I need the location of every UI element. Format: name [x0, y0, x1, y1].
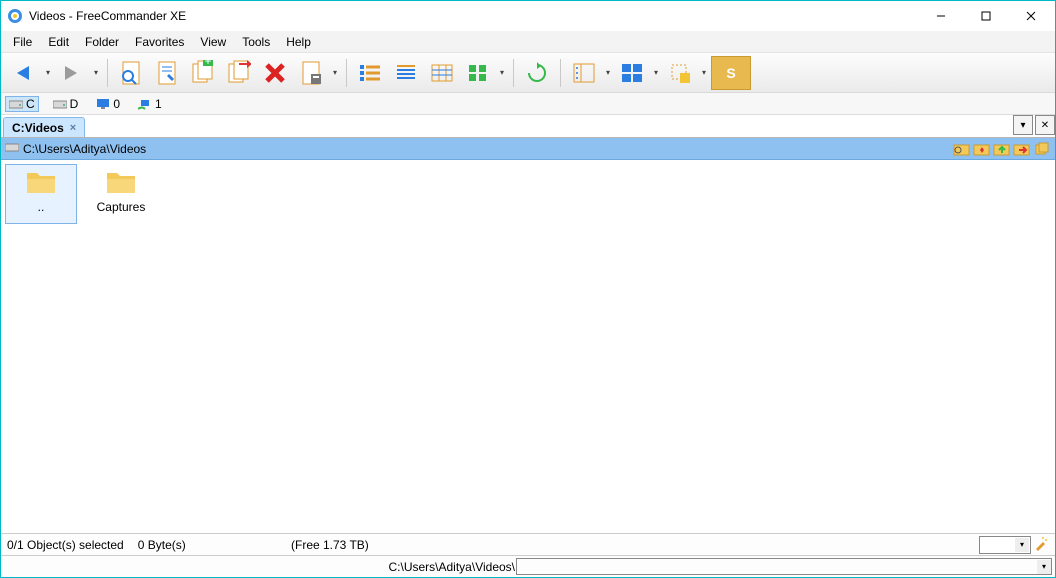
drive-bar: C D 0 1 — [1, 93, 1055, 115]
pack-dropdown[interactable]: ▾ — [330, 68, 340, 77]
monitor-icon — [96, 98, 110, 110]
edit-doc-button[interactable] — [150, 56, 184, 90]
toolbar-separator — [513, 59, 514, 87]
folder-fwd-icon[interactable] — [1013, 140, 1031, 158]
command-path: C:\Users\Aditya\Videos\ — [389, 560, 516, 574]
filter-combo[interactable]: ▾ — [979, 536, 1031, 554]
selection-status: 0/1 Object(s) selected — [7, 538, 124, 552]
tile-view-button[interactable] — [615, 56, 649, 90]
tab-active[interactable]: C:Videos × — [3, 117, 85, 137]
hdd-icon — [5, 141, 19, 156]
pack-button[interactable] — [294, 56, 328, 90]
size-status: 0 Byte(s) — [138, 538, 186, 552]
menu-favorites[interactable]: Favorites — [127, 32, 192, 52]
app-window: Videos - FreeCommander XE File Edit Fold… — [0, 0, 1056, 578]
menu-view[interactable]: View — [192, 32, 234, 52]
hdd-icon — [9, 98, 23, 110]
file-name: .. — [38, 200, 45, 214]
history-icon[interactable] — [953, 140, 971, 158]
menubar: File Edit Folder Favorites View Tools He… — [1, 31, 1055, 53]
menu-tools[interactable]: Tools — [234, 32, 278, 52]
tree-dropdown[interactable]: ▾ — [603, 68, 613, 77]
file-list[interactable]: .. Captures — [1, 160, 1055, 533]
svg-text:+: + — [204, 60, 211, 68]
folder-up-icon[interactable] — [993, 140, 1011, 158]
path-bar[interactable]: C:\Users\Aditya\Videos — [1, 138, 1055, 160]
view-doc-button[interactable] — [114, 56, 148, 90]
select-dropdown[interactable]: ▾ — [699, 68, 709, 77]
view-dropdown[interactable]: ▾ — [497, 68, 507, 77]
status-bar: 0/1 Object(s) selected 0 Byte(s) (Free 1… — [1, 533, 1055, 555]
move-doc-button[interactable] — [222, 56, 256, 90]
toolbar-separator — [560, 59, 561, 87]
nav-back-button[interactable] — [7, 56, 41, 90]
refresh-button[interactable] — [520, 56, 554, 90]
file-item-folder[interactable]: Captures — [85, 164, 157, 224]
close-button[interactable] — [1008, 2, 1053, 31]
folder-tabs: C:Videos × ▾ ✕ — [1, 115, 1055, 138]
drive-desktop[interactable]: 0 — [92, 96, 124, 112]
minimize-button[interactable] — [918, 2, 963, 31]
folder-icon — [25, 167, 57, 198]
thumbs-view-button[interactable] — [461, 56, 495, 90]
nav-back-dropdown[interactable]: ▾ — [43, 68, 53, 77]
drive-c[interactable]: C — [5, 96, 39, 112]
drive-label: D — [70, 97, 79, 111]
main-toolbar: ▾ ▾ + ▾ ▾ ▾ ▾ ▾ S — [1, 53, 1055, 93]
drive-label: C — [26, 97, 35, 111]
chevron-down-icon: ▾ — [1037, 560, 1051, 574]
drive-d[interactable]: D — [49, 96, 83, 112]
tab-label: C:Videos — [12, 121, 64, 135]
tile-dropdown[interactable]: ▾ — [651, 68, 661, 77]
quickfilter-icon[interactable] — [1033, 536, 1051, 554]
chevron-down-icon: ▾ — [1015, 538, 1029, 552]
select-color-button[interactable] — [663, 56, 697, 90]
menu-help[interactable]: Help — [278, 32, 319, 52]
toolbar-separator — [346, 59, 347, 87]
favorites-icon[interactable] — [973, 140, 991, 158]
drive-label: 1 — [155, 97, 162, 111]
list-view-button[interactable] — [353, 56, 387, 90]
current-path: C:\Users\Aditya\Videos — [23, 142, 949, 156]
hdd-icon — [53, 98, 67, 110]
command-input[interactable]: ▾ — [516, 558, 1052, 575]
copy-path-icon[interactable] — [1033, 140, 1051, 158]
s-panel-button[interactable]: S — [711, 56, 751, 90]
network-icon — [138, 98, 152, 110]
copy-doc-button[interactable]: + — [186, 56, 220, 90]
file-item-up[interactable]: .. — [5, 164, 77, 224]
window-title: Videos - FreeCommander XE — [29, 9, 918, 23]
titlebar: Videos - FreeCommander XE — [1, 1, 1055, 31]
nav-forward-dropdown[interactable]: ▾ — [91, 68, 101, 77]
tab-close-icon[interactable]: × — [70, 122, 76, 134]
drive-label: 0 — [113, 97, 120, 111]
columns-view-button[interactable] — [425, 56, 459, 90]
menu-folder[interactable]: Folder — [77, 32, 127, 52]
menu-edit[interactable]: Edit — [40, 32, 77, 52]
delete-button[interactable] — [258, 56, 292, 90]
command-bar: C:\Users\Aditya\Videos\ ▾ — [1, 555, 1055, 577]
app-icon — [7, 8, 23, 24]
toolbar-separator — [107, 59, 108, 87]
nav-forward-button[interactable] — [55, 56, 89, 90]
tab-dropdown-button[interactable]: ▾ — [1013, 115, 1033, 135]
menu-file[interactable]: File — [5, 32, 40, 52]
details-view-button[interactable] — [389, 56, 423, 90]
free-space-status: (Free 1.73 TB) — [291, 538, 369, 552]
tree-pane-button[interactable] — [567, 56, 601, 90]
folder-icon — [105, 167, 137, 198]
drive-network[interactable]: 1 — [134, 96, 166, 112]
maximize-button[interactable] — [963, 2, 1008, 31]
file-name: Captures — [97, 200, 146, 214]
tab-close-all-button[interactable]: ✕ — [1035, 115, 1055, 135]
